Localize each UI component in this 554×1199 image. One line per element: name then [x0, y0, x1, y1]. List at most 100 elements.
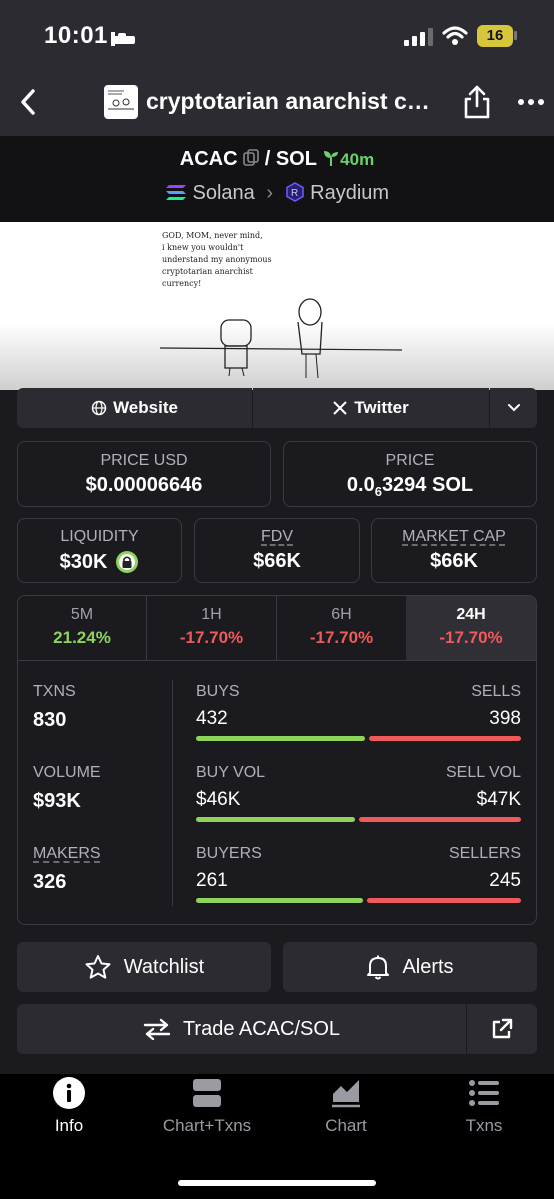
chevron-right-icon: ›	[266, 182, 274, 204]
dex-name[interactable]: Raydium	[310, 182, 389, 204]
tab-24h-change: -17.70%	[439, 628, 503, 647]
buy-vol-label: BUY VOL	[196, 764, 266, 781]
tab-5m[interactable]: 5M 21.24%	[18, 596, 146, 660]
svg-text:R: R	[291, 188, 298, 199]
banner-caption-3: understand my anonymous	[162, 255, 272, 264]
sleep-focus-icon	[111, 32, 135, 46]
nav-chart-txns-label: Chart+Txns	[162, 1116, 252, 1135]
nav-bar: cryptotarian anarchist c…	[0, 70, 554, 136]
token-avatar	[104, 85, 138, 119]
twitter-button[interactable]: Twitter	[253, 388, 489, 428]
lock-icon[interactable]	[115, 550, 139, 574]
back-chevron-icon[interactable]	[18, 88, 38, 116]
page-title: cryptotarian anarchist c…	[146, 88, 430, 114]
sells-label: SELLS	[471, 683, 521, 700]
fdv-card[interactable]: FDV $66K	[194, 518, 360, 583]
status-bar: 10:01 16	[0, 0, 554, 70]
buyers-bar	[196, 898, 363, 903]
buyers-label: BUYERS	[196, 845, 262, 862]
external-link-button[interactable]	[467, 1004, 537, 1054]
solana-icon[interactable]	[165, 183, 187, 201]
sellers-value: 245	[489, 870, 521, 891]
price-native-card: PRICE 0.063294 SOL	[283, 441, 537, 507]
links-dropdown-button[interactable]	[490, 388, 537, 428]
sellers-bar	[367, 898, 521, 903]
layout-icon	[193, 1079, 221, 1107]
status-time: 10:01	[44, 22, 108, 49]
sells-value: 398	[489, 708, 521, 729]
price-native-prefix: 0.0	[346, 474, 375, 496]
tab-6h-change: -17.70%	[309, 628, 374, 647]
signal-icon	[404, 28, 433, 46]
sell-vol-bar	[359, 817, 521, 822]
x-logo-icon	[333, 401, 347, 415]
buys-label: BUYS	[196, 683, 240, 700]
external-link-icon	[492, 1018, 513, 1039]
nav-info[interactable]: Info	[0, 1076, 138, 1136]
website-button[interactable]: Website	[17, 388, 252, 428]
base-symbol: ACAC	[179, 148, 238, 170]
makers-label[interactable]: MAKERS	[33, 845, 101, 863]
battery-icon: 16	[477, 25, 513, 47]
price-native-value: 0.063294 SOL	[284, 474, 536, 499]
buyers-value: 261	[196, 870, 228, 891]
tab-1h-change: -17.70%	[179, 628, 244, 647]
price-usd-card: PRICE USD $0.00006646	[17, 441, 271, 507]
sell-vol-value: $47K	[476, 789, 521, 810]
banner-comic-drawing: GOD, MOM, never mind, i knew you wouldn'…	[159, 231, 403, 379]
tab-1h[interactable]: 1H -17.70%	[147, 596, 276, 660]
chain-name[interactable]: Solana	[193, 182, 255, 204]
nav-txns[interactable]: Txns	[415, 1076, 553, 1136]
alerts-button[interactable]: Alerts	[283, 942, 537, 992]
price-native-rest: 3294 SOL	[381, 474, 474, 496]
pair-age: 40m	[340, 150, 375, 169]
trade-button[interactable]: Trade ACAC/SOL	[17, 1004, 466, 1054]
watchlist-label: Watchlist	[123, 955, 205, 978]
market-cap-card[interactable]: MARKET CAP $66K	[371, 518, 537, 583]
price-native-subscript: 6	[374, 484, 382, 499]
tab-5m-label: 5M	[70, 606, 94, 623]
tab-5m-change: 21.24%	[53, 628, 111, 647]
buy-vol-bar	[196, 817, 355, 822]
sells-bar	[369, 736, 521, 741]
banner-caption-2: i knew you wouldn't	[162, 243, 244, 252]
buys-value: 432	[196, 708, 228, 729]
tab-1h-label: 1H	[201, 606, 222, 623]
tab-6h[interactable]: 6H -17.70%	[277, 596, 406, 660]
nav-info-label: Info	[54, 1116, 84, 1135]
star-icon	[85, 955, 111, 979]
chevron-down-icon	[507, 404, 520, 412]
token-banner-image: GOD, MOM, never mind, i knew you wouldn'…	[0, 222, 554, 390]
price-native-label: PRICE	[385, 452, 435, 469]
tab-24h[interactable]: 24H -17.70%	[406, 596, 536, 660]
volume-label: VOLUME	[33, 764, 101, 781]
watchlist-button[interactable]: Watchlist	[17, 942, 271, 992]
nav-txns-label: Txns	[465, 1116, 503, 1135]
fdv-label[interactable]: FDV	[195, 528, 359, 546]
home-indicator	[178, 1180, 376, 1186]
nav-chart[interactable]: Chart	[277, 1076, 415, 1136]
more-icon[interactable]	[518, 98, 544, 106]
fdv-value: $66K	[253, 550, 301, 572]
copy-icon[interactable]	[243, 149, 259, 167]
website-label: Website	[113, 398, 178, 417]
price-usd-label: PRICE USD	[100, 452, 188, 469]
banner-caption-5: currency!	[162, 279, 201, 288]
pair-line: ACAC / SOL 40m	[0, 148, 554, 171]
chain-line: Solana › R Raydium	[0, 182, 554, 205]
list-icon	[469, 1080, 499, 1106]
nav-chart-label: Chart	[325, 1116, 367, 1135]
raydium-icon[interactable]: R	[285, 182, 305, 202]
battery-level: 16	[486, 27, 504, 44]
stats-column-divider	[172, 680, 173, 906]
seedling-icon	[324, 151, 339, 166]
twitter-label: Twitter	[354, 398, 409, 417]
market-cap-label[interactable]: MARKET CAP	[372, 528, 536, 546]
battery-tip	[514, 31, 517, 40]
txns-value: 830	[33, 709, 67, 731]
tab-6h-label: 6H	[331, 606, 352, 623]
share-icon[interactable]	[462, 84, 492, 120]
banner-caption-4: cryptotarian anarchist	[162, 267, 254, 276]
nav-chart-txns[interactable]: Chart+Txns	[138, 1076, 276, 1136]
alerts-label: Alerts	[402, 955, 454, 978]
